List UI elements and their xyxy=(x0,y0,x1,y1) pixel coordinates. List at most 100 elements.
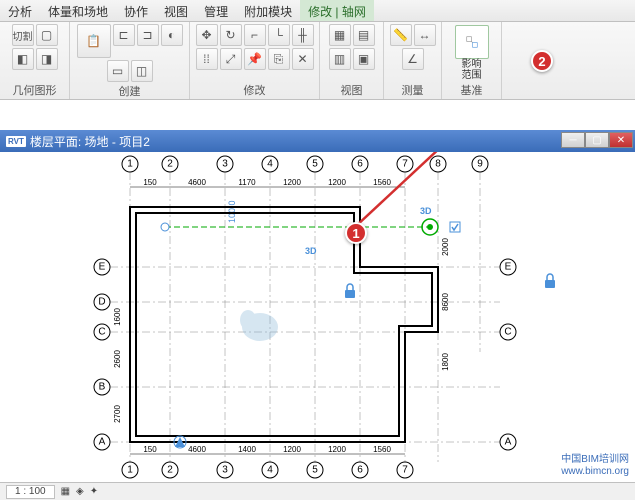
group-create: 创建 xyxy=(119,82,141,100)
svg-text:1560: 1560 xyxy=(373,445,391,454)
lock-icon-1[interactable] xyxy=(345,284,355,298)
box-icon[interactable]: ▭ xyxy=(107,60,129,82)
ref-icon[interactable]: ◫ xyxy=(131,60,153,82)
mirror-icon[interactable]: ◐ xyxy=(161,24,183,46)
split2-icon[interactable]: ╫ xyxy=(292,24,314,46)
pin-icon[interactable]: 📌 xyxy=(244,48,266,70)
maximize-button[interactable]: ▢ xyxy=(585,132,609,148)
svg-text:1200: 1200 xyxy=(283,178,301,187)
status-icon2[interactable]: ◈ xyxy=(76,486,84,497)
view-title: 楼层平面: 场地 - 项目2 xyxy=(30,133,150,150)
cut-icon[interactable]: 切割 xyxy=(12,24,34,46)
minimize-button[interactable]: ─ xyxy=(561,132,585,148)
menu-collab[interactable]: 协作 xyxy=(116,0,156,21)
copy-icon[interactable]: ⎘ xyxy=(268,48,290,70)
paste-icon[interactable]: 📋 xyxy=(77,24,111,58)
svg-text:1200: 1200 xyxy=(328,178,346,187)
callout-1: 1 xyxy=(345,222,367,244)
view4-icon[interactable]: ▣ xyxy=(353,48,375,70)
view1-icon[interactable]: ▦ xyxy=(329,24,351,46)
angle-icon[interactable]: ∠ xyxy=(402,48,424,70)
group-geometry: 几何图形 xyxy=(13,81,57,99)
svg-text:A: A xyxy=(505,437,512,448)
svg-text:8600: 8600 xyxy=(441,293,450,311)
horizontal-grids: AA B CC D EE xyxy=(94,259,516,450)
group-measure: 测量 xyxy=(402,81,424,99)
move-icon[interactable]: ✥ xyxy=(196,24,218,46)
array-icon[interactable]: ⁞⁞ xyxy=(196,48,218,70)
svg-text:3D: 3D xyxy=(420,206,432,216)
split-icon[interactable]: ◨ xyxy=(36,48,58,70)
target-label1: 影响 xyxy=(462,59,482,70)
target-label2: 范围 xyxy=(462,70,482,81)
lock-icon-2[interactable] xyxy=(545,274,555,288)
delete-icon[interactable]: ✕ xyxy=(292,48,314,70)
svg-text:5: 5 xyxy=(312,159,318,170)
svg-text:A: A xyxy=(99,437,106,448)
dims-right: 2000 8600 1800 xyxy=(441,238,450,371)
svg-text:1560: 1560 xyxy=(373,178,391,187)
svg-text:4600: 4600 xyxy=(188,178,206,187)
svg-text:5: 5 xyxy=(312,465,318,476)
view-titlebar: RVT 楼层平面: 场地 - 项目2 ─ ▢ ✕ xyxy=(0,130,635,152)
dims-top: 150 4600 1170 1200 1200 1560 xyxy=(130,178,405,187)
svg-text:100.0: 100.0 xyxy=(227,200,237,223)
svg-text:150: 150 xyxy=(143,445,157,454)
svg-text:7: 7 xyxy=(402,465,408,476)
svg-text:2700: 2700 xyxy=(113,405,122,423)
scale-icon[interactable]: ⤢ xyxy=(220,48,242,70)
drawing-canvas[interactable]: 11 22 33 44 55 66 77 8 9 AA B CC D EE 3D… xyxy=(0,152,635,482)
callout-2: 2 xyxy=(531,50,553,72)
svg-text:4600: 4600 xyxy=(188,445,206,454)
svg-text:1200: 1200 xyxy=(283,445,301,454)
svg-text:150: 150 xyxy=(143,178,157,187)
svg-text:1600: 1600 xyxy=(113,308,122,326)
group-datum: 基准 xyxy=(461,81,483,99)
svg-text:2000: 2000 xyxy=(441,238,450,256)
align-icon[interactable]: ⊏ xyxy=(113,24,135,46)
close-button[interactable]: ✕ xyxy=(609,132,633,148)
svg-text:8: 8 xyxy=(435,159,441,170)
menu-addins[interactable]: 附加模块 xyxy=(236,0,300,21)
menu-mass[interactable]: 体量和场地 xyxy=(40,0,116,21)
svg-text:E: E xyxy=(99,262,106,273)
propagate-extents-button[interactable] xyxy=(455,25,489,59)
svg-text:6: 6 xyxy=(357,159,363,170)
join-icon[interactable]: ▢ xyxy=(36,24,58,46)
svg-text:2: 2 xyxy=(167,465,173,476)
cope-icon[interactable]: ◧ xyxy=(12,48,34,70)
group-modify: 修改 xyxy=(244,81,266,99)
status-icon3[interactable]: ✦ xyxy=(90,486,98,497)
menu-manage[interactable]: 管理 xyxy=(196,0,236,21)
svg-text:7: 7 xyxy=(402,159,408,170)
menu-analysis[interactable]: 分析 xyxy=(0,0,40,21)
menu-bar: 分析 体量和场地 协作 视图 管理 附加模块 修改 | 轴网 xyxy=(0,0,635,22)
rvt-badge: RVT xyxy=(6,136,26,147)
watermark-logo xyxy=(240,310,278,341)
offset-icon[interactable]: ⊐ xyxy=(137,24,159,46)
status-bar: 1 : 100 ▦ ◈ ✦ xyxy=(0,482,635,500)
selected-grid-f[interactable]: 3D 3D 100.0 xyxy=(161,200,460,256)
svg-text:3: 3 xyxy=(222,159,228,170)
status-icon[interactable]: ▦ xyxy=(61,486,70,497)
svg-text:9: 9 xyxy=(477,159,483,170)
scale-box[interactable]: 1 : 100 xyxy=(6,485,55,499)
measure-icon[interactable]: 📏 xyxy=(390,24,412,46)
building-outline xyxy=(130,207,438,442)
svg-text:1400: 1400 xyxy=(238,445,256,454)
extend-icon[interactable]: └ xyxy=(268,24,290,46)
menu-view[interactable]: 视图 xyxy=(156,0,196,21)
dims-left: 2700 2600 1600 xyxy=(113,308,122,423)
view2-icon[interactable]: ▤ xyxy=(353,24,375,46)
svg-text:1: 1 xyxy=(127,465,133,476)
building-inner xyxy=(136,213,432,436)
svg-text:6: 6 xyxy=(357,465,363,476)
trim-icon[interactable]: ⌐ xyxy=(244,24,266,46)
dim-icon[interactable]: ↔ xyxy=(414,24,436,46)
menu-modify-grid[interactable]: 修改 | 轴网 xyxy=(300,0,374,21)
floor-plan: 11 22 33 44 55 66 77 8 9 AA B CC D EE 3D… xyxy=(0,152,635,482)
rotate-icon[interactable]: ↻ xyxy=(220,24,242,46)
svg-text:C: C xyxy=(98,327,105,338)
group-view: 视图 xyxy=(341,81,363,99)
view3-icon[interactable]: ▥ xyxy=(329,48,351,70)
